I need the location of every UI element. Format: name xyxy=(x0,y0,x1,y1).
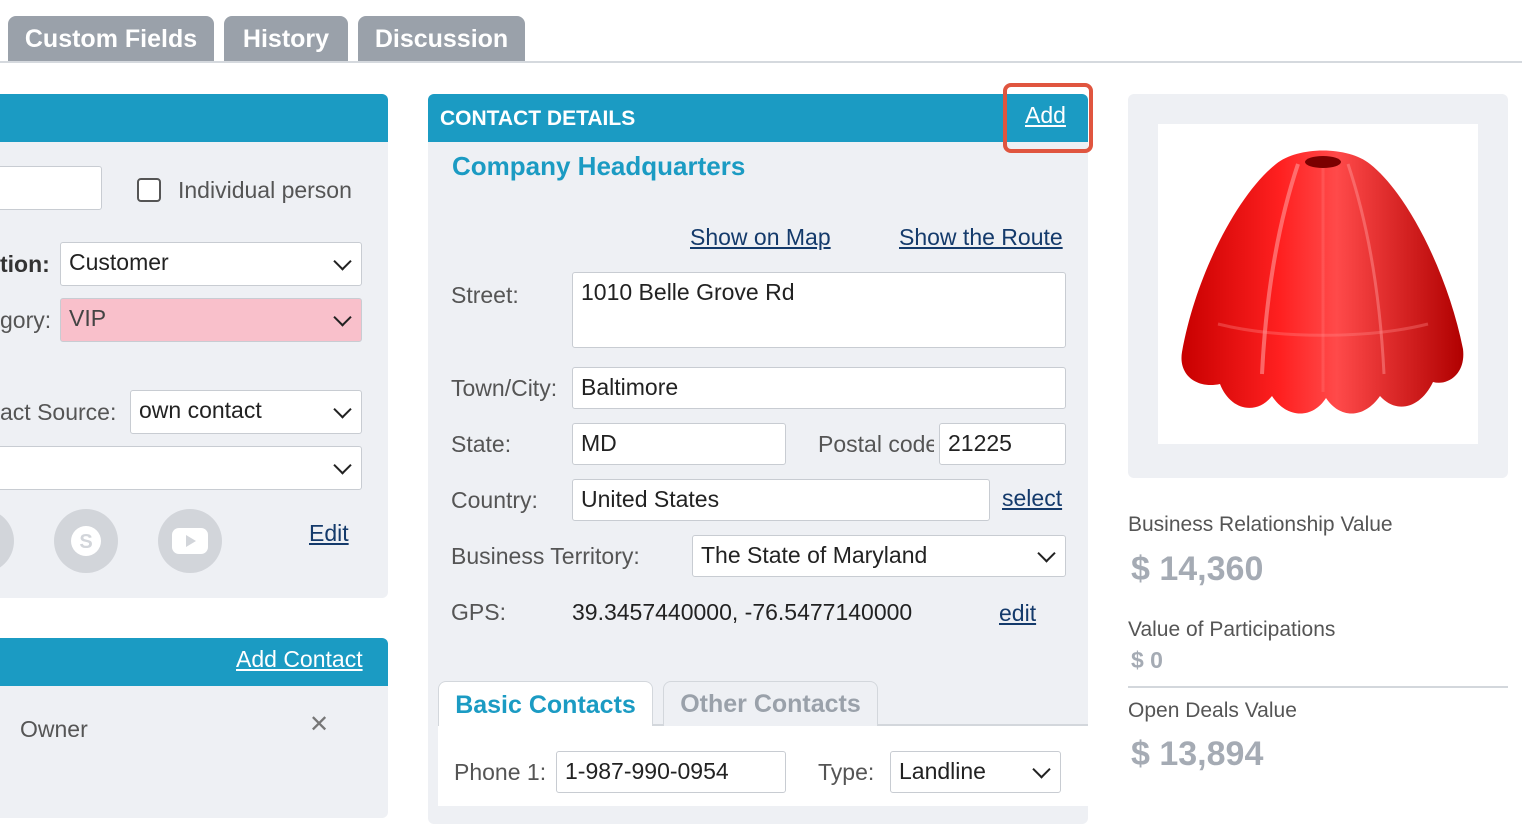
postal-code-label-text: Postal code xyxy=(818,431,934,457)
tab-history[interactable]: History xyxy=(224,16,348,62)
individual-person-checkbox[interactable] xyxy=(137,178,161,202)
contact-source-label: act Source: xyxy=(0,399,117,425)
phone-type-value: Landline xyxy=(899,758,986,784)
category-label: gory: xyxy=(0,307,52,333)
country-value: United States xyxy=(581,486,720,512)
city-value: Baltimore xyxy=(581,374,679,400)
show-route-link[interactable]: Show the Route xyxy=(899,224,1063,251)
phone-input[interactable]: 1-987-990-0954 xyxy=(556,751,786,793)
contact-details-title: CONTACT DETAILS xyxy=(440,107,636,130)
individual-person-label: Individual person xyxy=(178,177,352,203)
participations-label: Value of Participations xyxy=(1128,618,1336,641)
city-label: Town/City: xyxy=(451,375,558,401)
street-label: Street: xyxy=(451,282,519,308)
blank-select[interactable] xyxy=(0,446,362,490)
state-label: State: xyxy=(451,431,512,457)
country-input[interactable]: United States xyxy=(572,479,990,521)
youtube-glyph xyxy=(172,528,208,554)
business-relationship-value: $ 14,360 xyxy=(1131,550,1264,588)
open-deals-value: $ 13,894 xyxy=(1131,735,1264,773)
contact-role: Owner xyxy=(20,716,88,742)
street-value: 1010 Belle Grove Rd xyxy=(581,279,795,305)
chevron-down-icon xyxy=(1037,544,1056,563)
postal-code-value: 21225 xyxy=(948,430,1012,456)
relation-select[interactable]: Customer xyxy=(60,242,362,286)
youtube-icon[interactable] xyxy=(158,509,222,573)
stats-divider xyxy=(1128,686,1508,688)
category-value: VIP xyxy=(69,305,107,331)
chevron-down-icon xyxy=(333,252,352,271)
add-contact-detail-link[interactable]: Add xyxy=(1025,102,1066,129)
type-label: Type: xyxy=(818,759,875,785)
contact-source-select[interactable]: own contact xyxy=(130,390,362,434)
show-on-map-link[interactable]: Show on Map xyxy=(690,224,831,251)
relation-value: Customer xyxy=(69,249,169,275)
contact-source-value: own contact xyxy=(139,397,262,423)
chevron-down-icon xyxy=(333,456,352,475)
open-deals-label: Open Deals Value xyxy=(1128,699,1297,722)
business-relationship-label: Business Relationship Value xyxy=(1128,513,1393,536)
country-label: Country: xyxy=(451,487,538,513)
phone-value: 1-987-990-0954 xyxy=(565,758,729,784)
remove-contact-icon[interactable]: ✕ xyxy=(309,710,329,739)
postal-code-label: Postal code xyxy=(818,431,934,458)
company-logo[interactable] xyxy=(1158,124,1478,444)
gps-label: GPS: xyxy=(451,599,506,625)
territory-value: The State of Maryland xyxy=(701,542,928,568)
social-edit-link[interactable]: Edit xyxy=(309,520,349,547)
gps-value: 39.3457440000, -76.5477140000 xyxy=(572,599,913,625)
phone-type-select[interactable]: Landline xyxy=(890,751,1061,793)
postal-code-input[interactable]: 21225 xyxy=(939,423,1066,465)
add-contact-link[interactable]: Add Contact xyxy=(236,646,363,673)
tab-basic-contacts[interactable]: Basic Contacts xyxy=(438,681,653,729)
tab-custom-fields[interactable]: Custom Fields xyxy=(8,16,214,62)
city-input[interactable]: Baltimore xyxy=(572,367,1066,409)
tab-discussion[interactable]: Discussion xyxy=(358,16,525,62)
company-name-input[interactable] xyxy=(0,166,102,210)
red-jelly-logo-image xyxy=(1181,150,1464,414)
country-select-link[interactable]: select xyxy=(1002,485,1062,512)
participations-value: $ 0 xyxy=(1131,647,1163,673)
state-value: MD xyxy=(581,430,617,456)
chevron-down-icon xyxy=(1032,760,1051,779)
chevron-down-icon xyxy=(333,400,352,419)
gps-edit-link[interactable]: edit xyxy=(999,600,1036,627)
category-select[interactable]: VIP xyxy=(60,298,362,342)
location-title: Company Headquarters xyxy=(452,151,746,181)
state-input[interactable]: MD xyxy=(572,423,786,465)
relation-label: tion: xyxy=(0,251,50,277)
territory-label: Business Territory: xyxy=(451,543,640,569)
territory-select[interactable]: The State of Maryland xyxy=(692,535,1066,577)
company-info-header xyxy=(0,94,388,142)
skype-glyph: S xyxy=(71,526,101,556)
skype-icon[interactable]: S xyxy=(54,509,118,573)
svg-text:S: S xyxy=(79,531,92,553)
street-textarea[interactable]: 1010 Belle Grove Rd xyxy=(572,272,1066,348)
tab-divider xyxy=(0,61,1522,63)
phone-label: Phone 1: xyxy=(454,759,547,785)
chevron-down-icon xyxy=(333,308,352,327)
tab-other-contacts[interactable]: Other Contacts xyxy=(663,681,878,727)
